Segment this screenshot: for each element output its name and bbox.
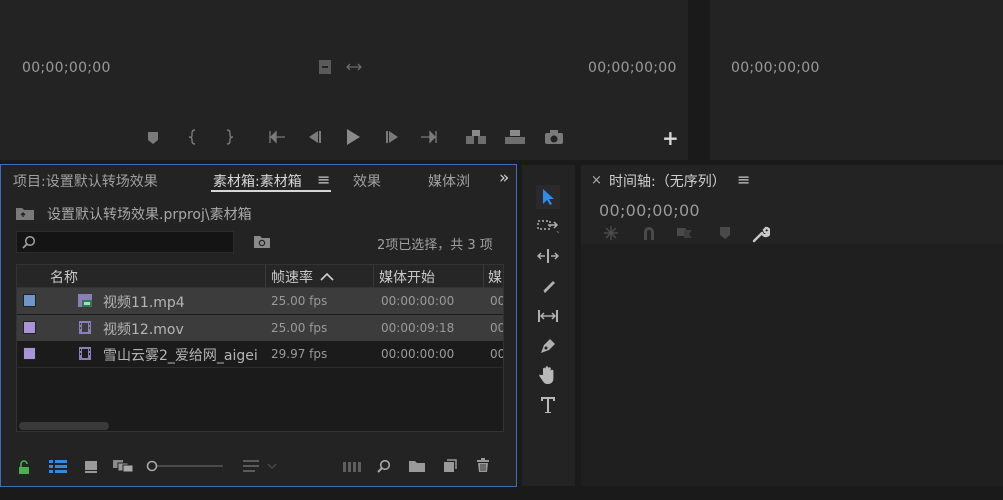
clip-media-end: 00	[490, 294, 504, 308]
add-marker-icon[interactable]	[718, 226, 732, 240]
label-color-swatch[interactable]	[23, 347, 36, 360]
track-select-tool-icon[interactable]	[536, 215, 560, 237]
new-search-bin-icon[interactable]	[253, 234, 271, 249]
button-editor-add-button[interactable]: +	[662, 126, 679, 150]
tab-bin[interactable]: 素材箱:素材箱	[213, 171, 302, 191]
zoom-slider[interactable]	[145, 459, 225, 473]
column-header-media-end[interactable]: 媒	[488, 267, 502, 287]
av-clip-icon	[77, 293, 93, 308]
mark-out-icon[interactable]	[222, 129, 236, 145]
clip-frame-rate: 25.00 fps	[271, 321, 328, 335]
search-icon	[22, 235, 36, 249]
column-header-name[interactable]: 名称	[50, 267, 78, 287]
label-color-swatch[interactable]	[23, 294, 36, 307]
table-row[interactable]: 视频12.mov 25.00 fps 00:00:09:18 00	[17, 315, 503, 341]
clip-frame-rate: 25.00 fps	[271, 294, 328, 308]
freeform-view-icon[interactable]	[112, 459, 134, 473]
timeline-empty-area[interactable]	[581, 244, 1003, 486]
settings-wrench-icon[interactable]	[752, 225, 770, 243]
step-forward-icon[interactable]	[384, 130, 400, 144]
sort-icon[interactable]	[241, 459, 281, 473]
clip-media-start: 00:00:09:18	[381, 321, 455, 335]
table-header: 名称 帧速率 媒体开始 媒	[17, 265, 503, 288]
active-tab-indicator	[211, 190, 331, 192]
table-row[interactable]: 视频11.mp4 25.00 fps 00:00:00:00 00	[17, 288, 503, 314]
find-icon[interactable]	[376, 459, 392, 473]
tab-menu-icon[interactable]: ≡	[317, 170, 330, 189]
new-bin-icon[interactable]	[408, 459, 426, 473]
program-timecode[interactable]: 00;00;00;00	[731, 60, 820, 76]
automate-to-sequence-icon[interactable]	[342, 459, 362, 473]
search-input[interactable]	[16, 231, 234, 253]
label-color-swatch[interactable]	[23, 321, 36, 334]
tab-media-browser[interactable]: 媒体浏	[428, 171, 470, 191]
tools-panel	[522, 165, 575, 486]
linked-selection-icon[interactable]	[676, 225, 694, 241]
clip-name[interactable]: 视频12.mov	[103, 319, 184, 339]
go-to-out-icon[interactable]	[420, 130, 438, 144]
source-timecode-current[interactable]: 00;00;00;00	[22, 60, 111, 76]
clip-media-end: 00	[490, 321, 504, 335]
video-clip-icon	[77, 346, 93, 361]
lock-icon[interactable]	[17, 459, 31, 475]
new-item-icon[interactable]	[442, 458, 458, 473]
export-frame-icon[interactable]	[544, 129, 564, 145]
horizontal-scrollbar[interactable]	[19, 422, 109, 430]
timeline-timecode[interactable]: 00;00;00;00	[599, 201, 700, 220]
timeline-panel: × 时间轴:（无序列） ≡ 00;00;00;00	[581, 165, 1003, 486]
clip-name[interactable]: 雪山云雾2_爱给网_aigei	[103, 345, 258, 365]
column-header-media-start[interactable]: 媒体开始	[379, 267, 435, 287]
panel-overflow-icon[interactable]: »	[499, 168, 509, 188]
bin-folder-up-icon[interactable]	[15, 205, 35, 221]
column-header-frame-rate[interactable]: 帧速率	[271, 267, 313, 287]
settings-arrows-icon[interactable]	[346, 62, 362, 72]
slip-tool-icon[interactable]	[536, 305, 560, 327]
selection-tool-icon[interactable]	[536, 185, 560, 209]
icon-view-icon[interactable]	[83, 459, 99, 473]
hand-tool-icon[interactable]	[536, 363, 560, 387]
timeline-menu-icon[interactable]: ≡	[737, 170, 750, 189]
table-row[interactable]: 雪山云雾2_爱给网_aigei 29.97 fps 00:00:00:00 00	[17, 341, 503, 367]
video-clip-icon	[77, 320, 93, 335]
project-panel: 项目:设置默认转场效果 素材箱:素材箱 ≡ 效果 媒体浏 » 设置默认转场效果.…	[0, 164, 517, 487]
add-marker-icon[interactable]	[146, 131, 160, 145]
clip-name[interactable]: 视频11.mp4	[103, 292, 185, 312]
source-timecode-duration: 00;00;00;00	[588, 60, 677, 76]
clip-frame-rate: 29.97 fps	[271, 347, 328, 361]
nest-sequence-icon[interactable]	[602, 225, 620, 241]
overwrite-icon[interactable]	[504, 129, 526, 145]
ripple-edit-tool-icon[interactable]	[536, 245, 560, 267]
tab-project[interactable]: 项目:设置默认转场效果	[13, 171, 158, 191]
fit-dropdown-icon[interactable]	[319, 60, 331, 74]
play-icon[interactable]	[344, 128, 362, 146]
delete-icon[interactable]	[475, 458, 491, 473]
tab-effects[interactable]: 效果	[353, 171, 381, 191]
clip-media-start: 00:00:00:00	[381, 294, 455, 308]
selection-status: 2项已选择，共 3 项	[377, 238, 493, 253]
snap-icon[interactable]	[640, 225, 658, 241]
close-tab-icon[interactable]: ×	[591, 173, 602, 188]
step-back-icon[interactable]	[307, 130, 323, 144]
go-to-in-icon[interactable]	[268, 130, 286, 144]
bin-list-view: 名称 帧速率 媒体开始 媒 视频11.mp4 25.00 fps 00:00:0…	[16, 264, 504, 432]
mark-in-icon[interactable]	[186, 129, 200, 145]
sort-ascending-icon[interactable]	[320, 271, 334, 281]
bin-path: 设置默认转场效果.prproj\素材箱	[47, 207, 252, 223]
pen-tool-icon[interactable]	[536, 335, 560, 357]
list-view-icon[interactable]	[48, 459, 68, 473]
program-monitor-panel: 00;00;00;00	[710, 0, 1003, 160]
clip-media-end: 00	[490, 347, 504, 361]
timeline-tab-title[interactable]: 时间轴:（无序列）	[609, 171, 726, 191]
source-monitor-panel: 00;00;00;00 00;00;00;00 +	[0, 0, 688, 160]
type-tool-icon[interactable]	[536, 393, 560, 417]
clip-media-start: 00:00:00:00	[381, 347, 455, 361]
razor-tool-icon[interactable]	[536, 275, 560, 297]
insert-icon[interactable]	[465, 129, 487, 145]
